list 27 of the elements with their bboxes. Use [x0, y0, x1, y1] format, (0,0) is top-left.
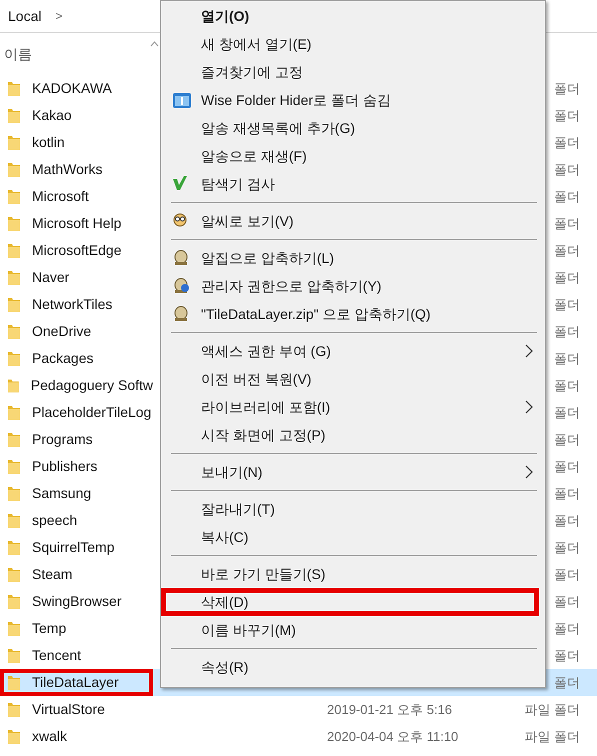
- type-cell-text: 폴더: [554, 512, 580, 530]
- type-cell-text: 폴더: [554, 566, 580, 584]
- type-cell-text: 폴더: [554, 646, 580, 665]
- type-cell-text: 폴더: [554, 188, 580, 206]
- type-cell-text: 폴더: [554, 350, 580, 368]
- type-cell-text: 폴더: [554, 674, 580, 692]
- type-cell-text: 폴더: [554, 296, 580, 314]
- type-cell-text: 폴더: [554, 134, 580, 152]
- type-cell-text: 폴더: [554, 430, 580, 449]
- type-cell-text: 폴더: [554, 80, 580, 98]
- type-cell-text: 폴더: [554, 268, 580, 287]
- type-cell-text: 폴더: [554, 404, 580, 422]
- type-cell-text: 폴더: [554, 160, 580, 179]
- type-cell-text: 폴더: [554, 458, 580, 476]
- type-cell-text: 폴더: [554, 376, 580, 395]
- date-cell-text: 2019-01-21 오후 5:16: [327, 700, 452, 719]
- type-cell-text: 폴더: [554, 484, 580, 503]
- date-cell-text: 2020-04-04 오후 11:10: [327, 728, 458, 746]
- type-cell-text: 폴더: [554, 620, 580, 638]
- type-cell-text: 폴더: [554, 242, 580, 260]
- type-cell-text: 폴더: [554, 322, 580, 341]
- type-cell-text: 폴더: [554, 592, 580, 611]
- type-cell-text: 폴더: [554, 214, 580, 233]
- type-cell-text: 폴더: [554, 106, 580, 125]
- type-cell-text: 파일 폴더: [524, 728, 580, 746]
- type-cell-text: 파일 폴더: [524, 700, 580, 719]
- type-cell-text: 폴더: [554, 538, 580, 557]
